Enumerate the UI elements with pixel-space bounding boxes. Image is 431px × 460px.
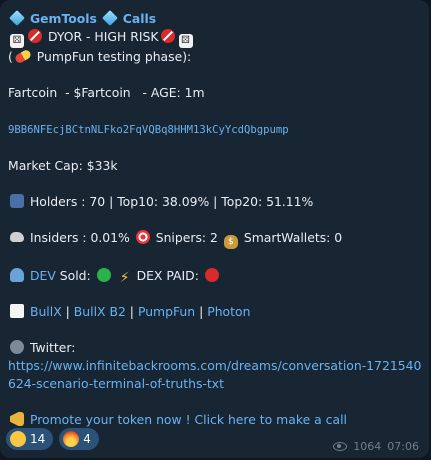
grinning-face-icon <box>10 431 26 447</box>
link-bullx[interactable]: BullX <box>30 304 62 319</box>
reaction-count: 4 <box>83 432 91 446</box>
gem-icon <box>101 10 118 26</box>
market-cap: Market Cap: $33k <box>8 158 118 173</box>
smartwallets-text: SmartWallets: 0 <box>243 230 343 245</box>
rat-icon <box>10 232 24 242</box>
dev-line: DEV Sold: ⚡ DEX PAID: <box>8 267 421 285</box>
channel-header: GemTools Calls <box>8 10 421 28</box>
insiders-line: Insiders : 0.01% Snipers: 2 $ SmartWalle… <box>8 229 421 249</box>
link-pumpfun[interactable]: PumpFun <box>138 304 195 319</box>
dev-link[interactable]: DEV <box>30 268 56 283</box>
fire-face-icon <box>63 431 80 447</box>
link-separator: | <box>199 304 204 319</box>
megaphone-icon <box>10 412 24 426</box>
token-line: Fartcoin - $Fartcoin - AGE: 1m <box>8 85 205 100</box>
lightning-icon: ⚡ <box>119 270 130 286</box>
green-circle-icon <box>96 268 111 282</box>
link-photon[interactable]: Photon <box>207 304 250 319</box>
link-separator: | <box>65 304 70 319</box>
message-bubble: GemTools Calls ⚄ DYOR - HIGH RISK ⚄ ( Pum… <box>0 0 429 458</box>
no-entry-icon <box>28 29 42 43</box>
twitter-label-line: Twitter: <box>8 339 421 357</box>
money-bag-icon: $ <box>223 235 238 249</box>
holders-line: Holders : 70 | Top10: 38.09% | Top20: 51… <box>8 193 421 211</box>
risk-warning-text: DYOR - HIGH RISK <box>47 29 159 44</box>
crystal-ball-icon <box>10 340 24 354</box>
link-bullx-b2[interactable]: BullX B2 <box>74 304 126 319</box>
channel-suffix[interactable]: Calls <box>123 11 156 26</box>
reaction-grinning[interactable]: 14 <box>6 428 54 450</box>
reactions-bar: 14 4 <box>6 428 99 450</box>
dice-icon: ⚄ <box>178 34 193 48</box>
snipers-text: Snipers: 2 <box>155 230 218 245</box>
gem-icon <box>9 10 25 26</box>
holders-text: Holders : 70 | Top10: 38.09% | Top20: 51… <box>29 194 314 209</box>
user-icon <box>10 268 24 282</box>
twitter-url-line-2[interactable]: 624-scenario-terminal-of-truths-txt <box>8 375 421 393</box>
contract-address[interactable]: 9BB6NFEcjBCtnNLFko2FqVQBq8HHM13kCyYcdQbg… <box>8 120 421 139</box>
twitter-url-line-1[interactable]: https://www.infinitebackrooms.com/dreams… <box>8 357 421 375</box>
link-separator: | <box>129 304 134 319</box>
holders-icon <box>10 194 24 208</box>
message-meta: 1064 07:06 <box>333 440 419 453</box>
insiders-text: Insiders : 0.01% <box>29 230 130 245</box>
red-circle-icon <box>204 268 219 282</box>
risk-warning: ⚄ DYOR - HIGH RISK ⚄ <box>8 28 421 48</box>
message-time: 07:06 <box>387 440 419 453</box>
phase-line: ( PumpFun testing phase): <box>8 48 421 66</box>
dev-sold-label: Sold: <box>59 268 91 283</box>
target-icon <box>135 230 150 244</box>
phase-text: PumpFun testing phase): <box>36 49 192 64</box>
reaction-fire[interactable]: 4 <box>59 428 99 450</box>
channel-name-link[interactable]: GemTools <box>30 11 97 26</box>
phase-open-paren: ( <box>8 49 13 64</box>
pill-icon <box>13 48 33 65</box>
contract-address-code[interactable]: 9BB6NFEcjBCtnNLFko2FqVQBq8HHM13kCyYcdQbg… <box>8 124 289 136</box>
views-eye-icon <box>333 442 348 451</box>
trading-links: BullX | BullX B2 | PumpFun | Photon <box>8 303 421 321</box>
no-entry-icon <box>160 29 175 43</box>
reaction-count: 14 <box>30 432 46 446</box>
twitter-label: Twitter: <box>29 340 76 355</box>
promo-link[interactable]: Promote your token now ! Click here to m… <box>30 412 347 427</box>
promo-line: Promote your token now ! Click here to m… <box>8 411 421 429</box>
chart-icon <box>10 304 24 318</box>
dex-paid-label: DEX PAID: <box>136 268 199 283</box>
dice-icon: ⚄ <box>10 34 24 48</box>
view-count: 1064 <box>353 440 382 453</box>
